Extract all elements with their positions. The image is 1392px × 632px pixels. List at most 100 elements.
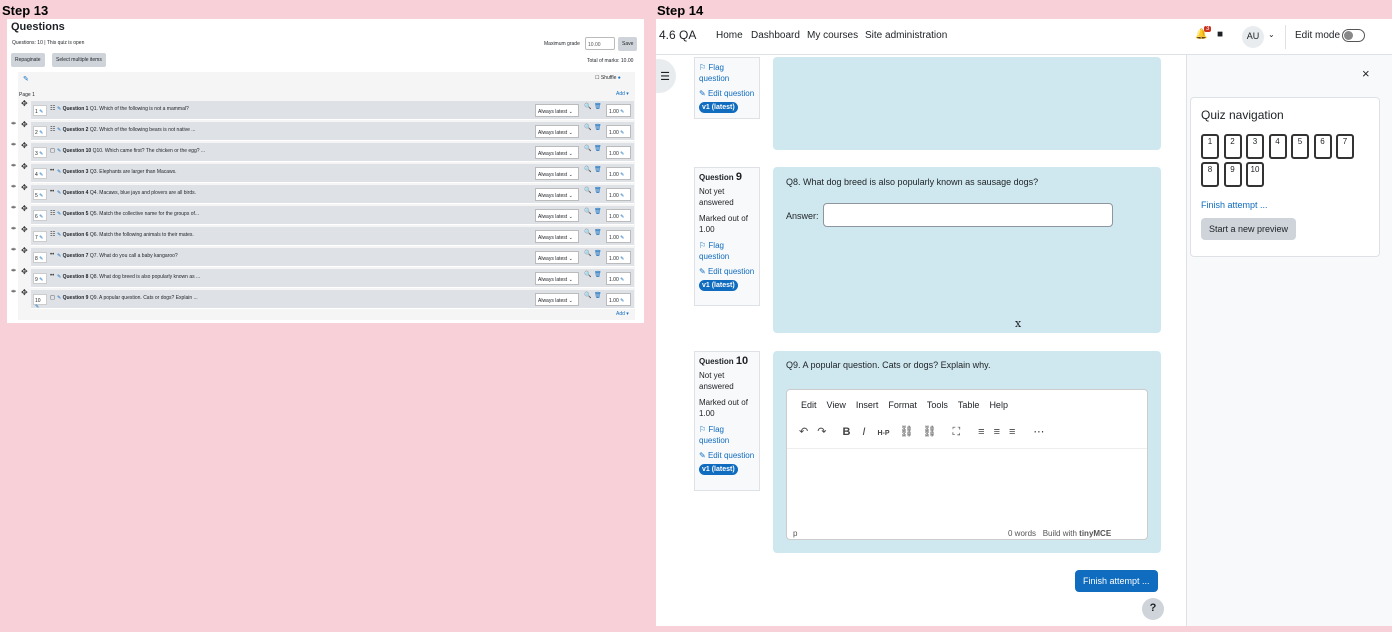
quiz-nav-button-3[interactable]: 3 [1246, 134, 1264, 159]
editor-body[interactable] [787, 448, 1147, 524]
quiz-nav-button-2[interactable]: 2 [1223, 134, 1242, 159]
pencil-icon[interactable]: ✎ [57, 127, 61, 133]
delete-icon[interactable]: 🗑 [594, 229, 602, 236]
h5p-icon[interactable]: H-P [877, 430, 889, 437]
version-select[interactable]: Always latest ⌄ [535, 104, 579, 117]
page-break-icon[interactable]: ⇹ [11, 204, 16, 211]
menu-help[interactable]: Help [989, 400, 1008, 410]
max-grade-input[interactable]: 10.00 [585, 37, 615, 50]
page-break-icon[interactable]: ⇹ [11, 183, 16, 190]
question-title[interactable]: ✎ Question 5 Q5. Match the collective na… [57, 211, 199, 217]
move-handle-icon[interactable]: ✥ [21, 141, 28, 150]
version-select[interactable]: Always latest ⌄ [535, 293, 579, 306]
avatar[interactable]: AU [1242, 26, 1264, 48]
site-brand[interactable]: 4.6 QA [659, 28, 696, 42]
question-title[interactable]: ✎ Question 2 Q2. Which of the following … [57, 127, 195, 133]
delete-icon[interactable]: 🗑 [594, 250, 602, 257]
finish-attempt-link[interactable]: Finish attempt ... [1201, 200, 1268, 210]
delete-icon[interactable]: 🗑 [594, 292, 602, 299]
pencil-icon[interactable]: ✎ [23, 75, 29, 83]
question-title[interactable]: ✎ Question 8 Q8. What dog breed is also … [57, 274, 200, 280]
version-select[interactable]: Always latest ⌄ [535, 209, 579, 222]
question-title[interactable]: ✎ Question 4 Q4. Macaws, blue jays and p… [57, 190, 196, 196]
max-mark-field[interactable]: 1.00 ✎ [606, 188, 631, 201]
version-select[interactable]: Always latest ⌄ [535, 125, 579, 138]
italic-icon[interactable]: I [862, 426, 865, 438]
help-icon[interactable]: ● [618, 75, 621, 81]
pencil-icon[interactable]: ✎ [39, 277, 43, 283]
delete-icon[interactable]: 🗑 [594, 271, 602, 278]
preview-icon[interactable]: 🔍 [584, 145, 591, 152]
preview-icon[interactable]: 🔍 [584, 208, 591, 215]
pencil-icon[interactable]: ✎ [39, 151, 43, 157]
quiz-nav-button-5[interactable]: 5 [1291, 134, 1309, 159]
question-title[interactable]: ✎ Question 1 Q1. Which of the following … [57, 106, 189, 112]
delete-icon[interactable]: 🗑 [594, 124, 602, 131]
preview-icon[interactable]: 🔍 [584, 292, 591, 299]
quiz-nav-button-1[interactable]: 1 [1201, 134, 1219, 159]
question-title[interactable]: ✎ Question 7 Q7. What do you call a baby… [57, 253, 178, 259]
version-select[interactable]: Always latest ⌄ [535, 188, 579, 201]
undo-icon[interactable]: ↶ [799, 426, 808, 438]
edit-question-link[interactable]: ✎ Edit question [699, 450, 755, 461]
flag-question-link[interactable]: ⚐ Flag question [699, 240, 755, 262]
edit-question-link[interactable]: ✎ Edit question [699, 266, 755, 277]
pencil-icon[interactable]: ✎ [39, 193, 43, 199]
max-mark-field[interactable]: 1.00 ✎ [606, 272, 631, 285]
pencil-icon[interactable]: ✎ [57, 190, 61, 196]
pencil-icon[interactable]: ✎ [57, 106, 61, 112]
align-center-icon[interactable]: ≡ [994, 426, 1000, 438]
pencil-icon[interactable]: ✎ [39, 235, 43, 241]
page-break-icon[interactable]: ⇹ [11, 162, 16, 169]
bold-icon[interactable]: B [842, 426, 850, 438]
version-select[interactable]: Always latest ⌄ [535, 167, 579, 180]
max-mark-field[interactable]: 1.00 ✎ [606, 293, 631, 306]
question-title[interactable]: ✎ Question 6 Q6. Match the following ani… [57, 232, 194, 238]
page-break-icon[interactable]: ⇹ [11, 120, 16, 127]
move-handle-icon[interactable]: ✥ [21, 162, 28, 171]
quiz-nav-button-10[interactable]: 10 [1246, 162, 1264, 187]
preview-icon[interactable]: 🔍 [584, 166, 591, 173]
move-handle-icon[interactable]: ✥ [21, 99, 28, 108]
chat-icon[interactable]: ■ [1217, 29, 1223, 40]
question-title[interactable]: ✎ Question 3 Q3. Elephants are larger th… [57, 169, 177, 175]
flag-question-link[interactable]: ⚐ Flag question [699, 424, 755, 446]
pencil-icon[interactable]: ✎ [57, 169, 61, 175]
preview-icon[interactable]: 🔍 [584, 103, 591, 110]
question-title[interactable]: ✎ Question 10 Q10. Which came first? The… [57, 148, 205, 154]
max-mark-field[interactable]: 1.00 ✎ [606, 167, 631, 180]
pencil-icon[interactable]: ✎ [57, 253, 61, 259]
pencil-icon[interactable]: ✎ [57, 295, 61, 301]
page-break-icon[interactable]: ⇹ [11, 225, 16, 232]
version-select[interactable]: Always latest ⌄ [535, 251, 579, 264]
help-button[interactable]: ? [1142, 598, 1164, 620]
pencil-icon[interactable]: ✎ [39, 256, 43, 262]
preview-icon[interactable]: 🔍 [584, 229, 591, 236]
pencil-icon[interactable]: ✎ [57, 274, 61, 280]
unlink-icon[interactable]: ⛓ [922, 426, 936, 438]
preview-icon[interactable]: 🔍 [584, 124, 591, 131]
max-mark-field[interactable]: 1.00 ✎ [606, 125, 631, 138]
delete-icon[interactable]: 🗑 [594, 103, 602, 110]
pencil-icon[interactable]: ✎ [39, 214, 43, 220]
pencil-icon[interactable]: ✎ [39, 109, 43, 115]
menu-table[interactable]: Table [958, 400, 980, 410]
version-select[interactable]: Always latest ⌄ [535, 146, 579, 159]
edit-mode-toggle[interactable] [1342, 29, 1365, 42]
nav-home[interactable]: Home [716, 30, 743, 41]
pencil-icon[interactable]: ✎ [57, 148, 61, 154]
quiz-nav-button-9[interactable]: 9 [1223, 162, 1242, 187]
preview-icon[interactable]: 🔍 [584, 250, 591, 257]
flag-question-link[interactable]: ⚐ Flag question [699, 62, 755, 84]
nav-site-administration[interactable]: Site administration [865, 30, 947, 41]
preview-icon[interactable]: 🔍 [584, 271, 591, 278]
delete-icon[interactable]: 🗑 [594, 208, 602, 215]
move-handle-icon[interactable]: ✥ [21, 246, 28, 255]
max-mark-field[interactable]: 1.00 ✎ [606, 104, 631, 117]
move-handle-icon[interactable]: ✥ [21, 183, 28, 192]
page-break-icon[interactable]: ⇹ [11, 267, 16, 274]
close-icon[interactable]: × [1362, 66, 1370, 81]
quiz-nav-button-6[interactable]: 6 [1313, 134, 1332, 159]
page-break-icon[interactable]: ⇹ [11, 141, 16, 148]
move-handle-icon[interactable]: ✥ [21, 120, 28, 129]
